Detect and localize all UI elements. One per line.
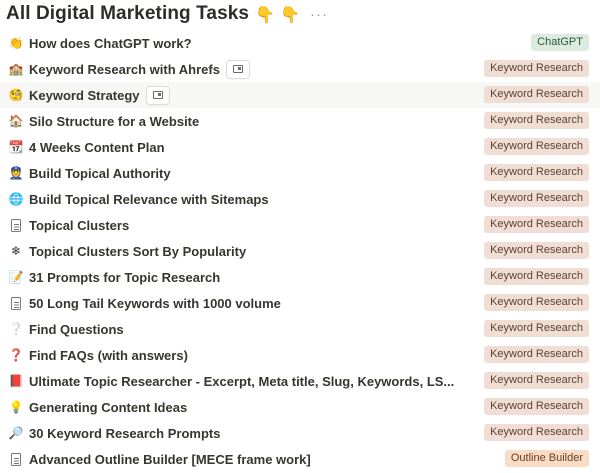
monocle-face-icon: 🧐 bbox=[8, 88, 24, 102]
police-officer-icon: 👮 bbox=[8, 166, 24, 180]
list-item-title[interactable]: Topical Clusters Sort By Popularity bbox=[29, 244, 246, 259]
house-icon: 🏠 bbox=[8, 114, 24, 128]
globe-icon: 🌐 bbox=[8, 192, 24, 206]
list-item-title[interactable]: How does ChatGPT work? bbox=[29, 36, 192, 51]
category-tag: Keyword Research bbox=[484, 86, 589, 103]
list-item[interactable]: ❔ Find Questions Keyword Research bbox=[0, 316, 600, 342]
list-item-title[interactable]: Topical Clusters bbox=[29, 218, 129, 233]
category-tag: ChatGPT bbox=[531, 34, 589, 51]
category-tag: Keyword Research bbox=[484, 346, 589, 363]
category-tag: Keyword Research bbox=[484, 138, 589, 155]
memo-icon: 📝 bbox=[8, 270, 24, 284]
more-options-icon[interactable]: ··· bbox=[310, 6, 328, 23]
open-as-page-button[interactable] bbox=[145, 85, 170, 105]
lightbulb-icon: 💡 bbox=[8, 400, 24, 414]
list-item-title[interactable]: Ultimate Topic Researcher - Excerpt, Met… bbox=[29, 374, 454, 389]
category-tag: Keyword Research bbox=[484, 424, 589, 441]
white-question-icon: ❔ bbox=[8, 322, 24, 336]
list-item[interactable]: 📕 Ultimate Topic Researcher - Excerpt, Me… bbox=[0, 368, 600, 394]
category-tag: Keyword Research bbox=[484, 294, 589, 311]
task-list: 👏 How does ChatGPT work? ChatGPT 🏫 Keyword R… bbox=[0, 30, 600, 472]
list-item[interactable]: 🏠 Silo Structure for a Website Keyword Res… bbox=[0, 108, 600, 134]
school-icon: 🏫 bbox=[8, 62, 24, 76]
category-tag: Outline Builder bbox=[504, 450, 589, 467]
list-item[interactable]: ❓ Find FAQs (with answers) Keyword Researc… bbox=[0, 342, 600, 368]
list-item[interactable]: Topical Clusters Keyword Research bbox=[0, 212, 600, 238]
document-icon bbox=[8, 451, 24, 467]
page-header: All Digital Marketing Tasks 👇 👇 ··· bbox=[6, 2, 328, 26]
list-item-title[interactable]: 30 Keyword Research Prompts bbox=[29, 426, 220, 441]
category-tag: Keyword Research bbox=[484, 60, 589, 77]
list-item[interactable]: Advanced Outline Builder [MECE frame wor… bbox=[0, 446, 600, 472]
category-tag: Keyword Research bbox=[484, 164, 589, 181]
snowflake-icon: ❄ bbox=[10, 244, 22, 258]
list-item[interactable]: 🔎 30 Keyword Research Prompts Keyword Rese… bbox=[0, 420, 600, 446]
category-tag: Keyword Research bbox=[484, 320, 589, 337]
list-item-title[interactable]: 4 Weeks Content Plan bbox=[29, 140, 165, 155]
list-item-title[interactable]: Find FAQs (with answers) bbox=[29, 348, 188, 363]
magnifier-icon: 🔎 bbox=[8, 426, 24, 440]
list-item-title[interactable]: Generating Content Ideas bbox=[29, 400, 187, 415]
category-tag: Keyword Research bbox=[484, 216, 589, 233]
list-item[interactable]: 50 Long Tail Keywords with 1000 volume Ke… bbox=[0, 290, 600, 316]
list-item-title[interactable]: Silo Structure for a Website bbox=[29, 114, 199, 129]
category-tag: Keyword Research bbox=[484, 242, 589, 259]
red-book-icon: 📕 bbox=[8, 374, 24, 388]
list-item-title[interactable]: Build Topical Relevance with Sitemaps bbox=[29, 192, 269, 207]
open-side-peek-icon bbox=[152, 91, 163, 99]
list-item[interactable]: 📝 31 Prompts for Topic Research Keyword Re… bbox=[0, 264, 600, 290]
category-tag: Keyword Research bbox=[484, 268, 589, 285]
category-tag: Keyword Research bbox=[484, 190, 589, 207]
list-item-title[interactable]: 31 Prompts for Topic Research bbox=[29, 270, 220, 285]
list-item[interactable]: ❄ Topical Clusters Sort By Popularity Keyw… bbox=[0, 238, 600, 264]
clap-icon: 👏 bbox=[8, 36, 24, 50]
list-item-title[interactable]: Keyword Research with Ahrefs bbox=[29, 62, 220, 77]
list-item[interactable]: 📆 4 Weeks Content Plan Keyword Research bbox=[0, 134, 600, 160]
document-icon bbox=[8, 217, 24, 233]
red-question-icon: ❓ bbox=[8, 348, 24, 362]
list-item[interactable]: 👮 Build Topical Authority Keyword Research bbox=[0, 160, 600, 186]
list-item[interactable]: 👏 How does ChatGPT work? ChatGPT bbox=[0, 30, 600, 56]
list-item[interactable]: 🌐 Build Topical Relevance with Sitemaps Ke… bbox=[0, 186, 600, 212]
category-tag: Keyword Research bbox=[484, 372, 589, 389]
category-tag: Keyword Research bbox=[484, 398, 589, 415]
list-item-title[interactable]: 50 Long Tail Keywords with 1000 volume bbox=[29, 296, 281, 311]
list-item-title[interactable]: Advanced Outline Builder [MECE frame wor… bbox=[29, 452, 311, 467]
pointing-down-icon: 👇 👇 bbox=[255, 4, 301, 24]
document-icon bbox=[8, 295, 24, 311]
list-item-title[interactable]: Keyword Strategy bbox=[29, 88, 140, 103]
list-item[interactable]: 💡 Generating Content Ideas Keyword Researc… bbox=[0, 394, 600, 420]
list-item-title[interactable]: Find Questions bbox=[29, 322, 124, 337]
open-side-peek-icon bbox=[232, 65, 243, 73]
category-tag: Keyword Research bbox=[484, 112, 589, 129]
list-item[interactable]: 🧐 Keyword Strategy Keyword Research bbox=[0, 82, 600, 108]
page-title: All Digital Marketing Tasks bbox=[6, 3, 250, 24]
list-item[interactable]: 🏫 Keyword Research with Ahrefs Keyword Res… bbox=[0, 56, 600, 82]
calendar-icon: 📆 bbox=[8, 140, 24, 154]
open-as-page-button[interactable] bbox=[225, 59, 250, 79]
list-item-title[interactable]: Build Topical Authority bbox=[29, 166, 171, 181]
